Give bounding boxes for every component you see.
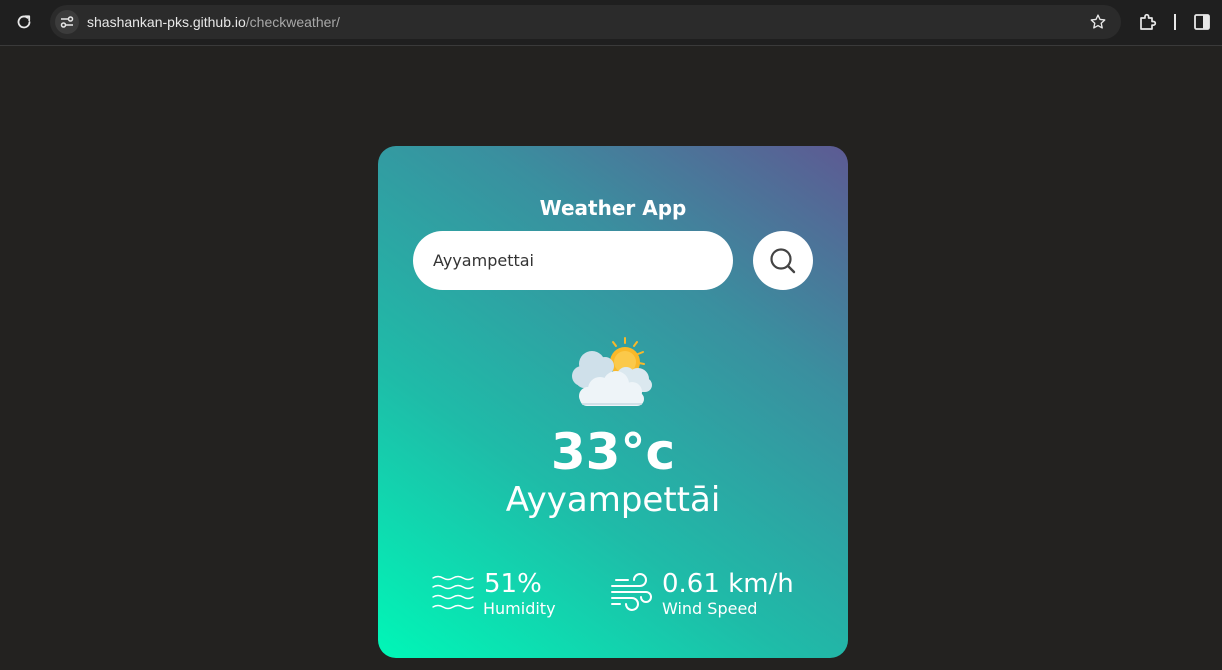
reload-icon[interactable] [12,10,36,34]
browser-toolbar: shashankan-pks.github.io/checkweather/ [0,0,1222,46]
weather-card: Weather App Ayyampettai 33°c Ayyampettāi… [378,146,848,658]
extensions-icon[interactable] [1137,11,1159,33]
url-host: shashankan-pks.github.io [87,14,246,30]
address-url[interactable]: shashankan-pks.github.io/checkweather/ [87,14,340,30]
site-info-icon[interactable] [55,10,79,34]
city-search-input[interactable] [413,231,733,290]
humidity-value: 51% [484,569,542,599]
temperature: 33°c [550,423,676,481]
side-panel-icon[interactable] [1192,12,1212,32]
search-button[interactable] [753,231,813,290]
address-bar[interactable]: shashankan-pks.github.io/checkweather/ [50,5,1121,39]
toolbar-divider [1174,14,1176,30]
sun-behind-clouds-icon [572,337,652,406]
wind-speed-label: Wind Speed [662,599,758,618]
wind-speed-value: 0.61 km/h [662,569,794,599]
search-icon [770,247,796,273]
humidity-label: Humidity [483,599,556,618]
waves-icon [432,575,474,610]
wind-icon [611,573,652,611]
city-name: Ayyampettāi [505,480,721,520]
url-path: /checkweather/ [245,14,340,30]
app-title: Weather App [539,196,687,220]
star-icon[interactable] [1089,13,1107,31]
